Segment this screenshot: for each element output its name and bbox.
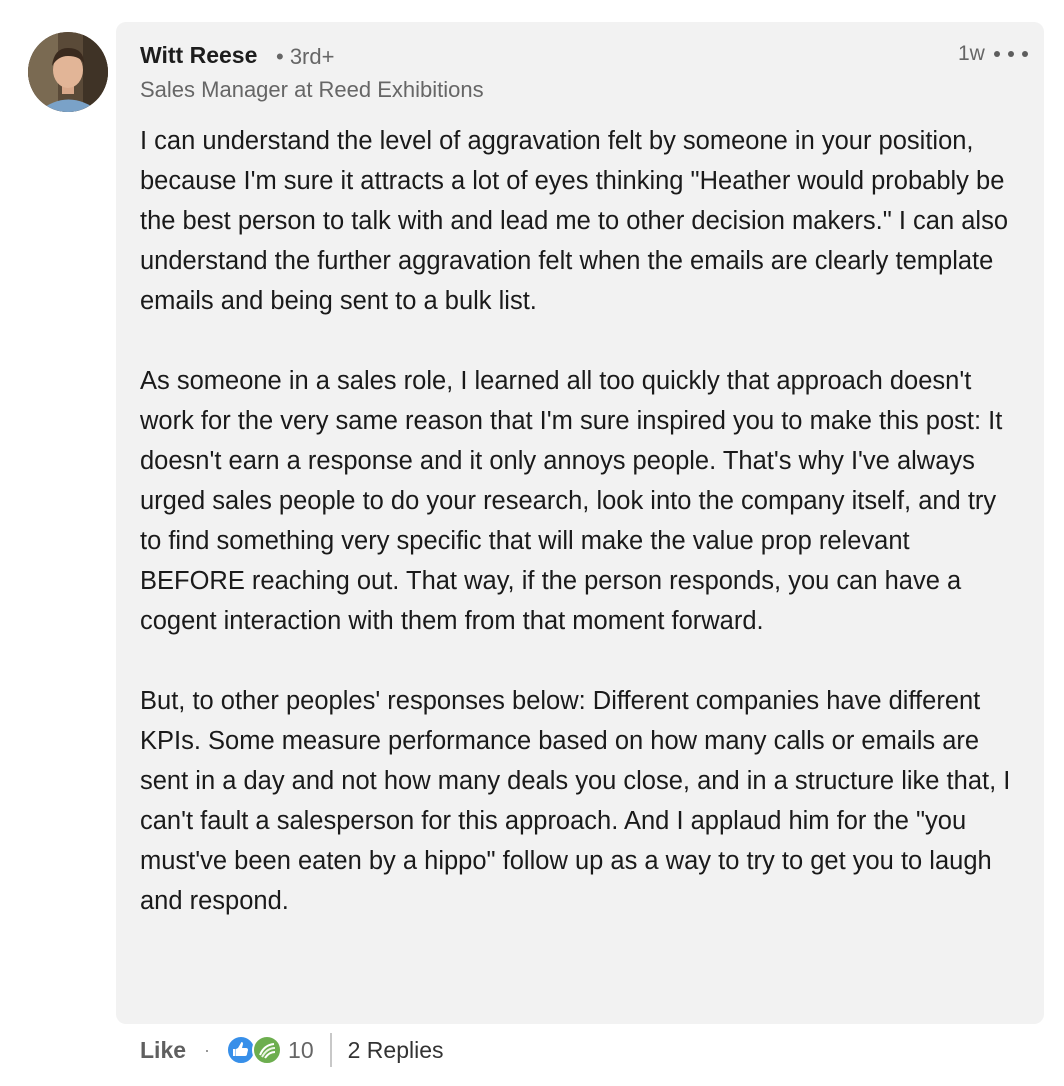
comment-timestamp: 1w [958, 42, 985, 65]
menu-dot [994, 51, 1000, 57]
action-separator: · [204, 1039, 211, 1060]
menu-dot [1008, 51, 1014, 57]
reaction-count: 10 [288, 1036, 314, 1063]
comment-body: I can understand the level of aggravatio… [140, 121, 1020, 921]
comment-paragraph: I can understand the level of aggravatio… [140, 127, 1009, 315]
like-button[interactable]: Like [140, 1037, 186, 1064]
replies-link[interactable]: 2 Replies [348, 1037, 444, 1064]
reactions[interactable]: 10 [226, 1035, 314, 1065]
menu-dot [1022, 51, 1028, 57]
profile-photo [28, 32, 108, 112]
avatar[interactable] [28, 32, 108, 112]
connection-degree: • 3rd+ [276, 44, 335, 69]
author-name[interactable]: Witt Reese [140, 42, 257, 69]
comment-actions: Like · 10 2 Replies [140, 1030, 740, 1070]
comment-paragraph: But, to other peoples' responses below: … [140, 687, 1011, 915]
ellipsis-icon[interactable] [994, 42, 1028, 66]
action-divider [329, 1033, 332, 1067]
comment-paragraph: As someone in a sales role, I learned al… [140, 367, 1003, 635]
support-reaction-icon [252, 1035, 283, 1065]
author-headline: Sales Manager at Reed Exhibitions [140, 77, 484, 102]
